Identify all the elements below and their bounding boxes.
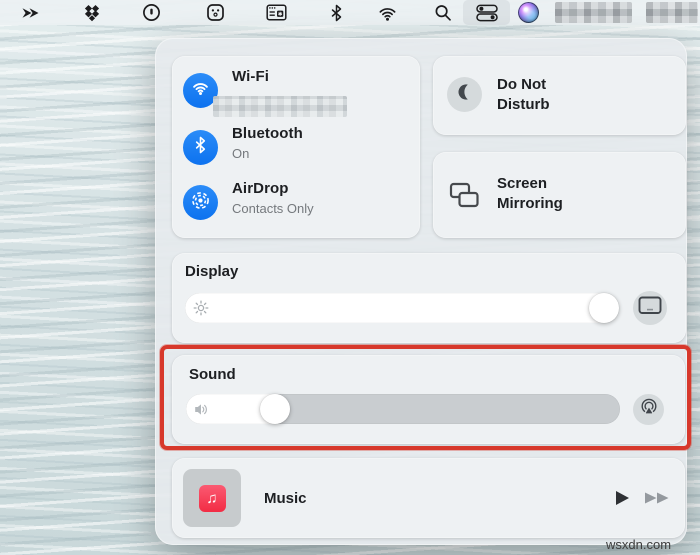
wifi-network-redacted [213, 96, 347, 117]
menu-bar-redacted-text [555, 2, 632, 23]
watermark: wsxdn.com [606, 537, 672, 552]
wifi-icon [191, 80, 210, 101]
siri-icon[interactable] [516, 0, 541, 25]
window-app-icon[interactable] [263, 0, 289, 25]
airdrop-icon [191, 191, 210, 215]
airdrop-toggle-button[interactable] [183, 185, 218, 220]
screen-mirroring-icon [449, 182, 480, 214]
bluetooth-icon [194, 136, 207, 159]
moon-icon [455, 82, 475, 107]
moon-icon-circle [447, 77, 482, 112]
arrows-app-icon[interactable] [17, 0, 45, 25]
menu-bar [0, 0, 700, 25]
onepassword-icon[interactable] [139, 0, 163, 25]
outlet-app-icon[interactable] [203, 0, 227, 25]
display-card: Display [172, 253, 686, 343]
display-label: Display [185, 263, 239, 280]
brightness-sun-icon [193, 300, 209, 321]
music-label: Music [264, 489, 307, 507]
menu-bar-redacted-clock [646, 2, 698, 23]
spotlight-search-icon[interactable] [431, 0, 455, 25]
wifi-icon[interactable] [374, 0, 400, 25]
music-card: ♫ Music [172, 458, 685, 538]
brightness-slider-knob[interactable] [589, 293, 619, 323]
brightness-slider[interactable] [185, 293, 619, 323]
bluetooth-status: On [232, 146, 250, 161]
monitor-icon [638, 296, 662, 320]
wifi-label: Wi-Fi [232, 68, 270, 85]
fast-forward-button[interactable] [644, 490, 671, 506]
bluetooth-toggle-button[interactable] [183, 130, 218, 165]
control-center-panel: Wi-Fi Bluetooth On AirDrop Contacts Only… [155, 38, 687, 545]
screen-mirroring-card[interactable]: Screen Mirroring [433, 152, 686, 238]
do-not-disturb-label: Do Not Disturb [497, 76, 550, 113]
bluetooth-icon[interactable] [327, 0, 345, 25]
sound-highlight-box [160, 345, 691, 450]
screen-mirroring-label: Screen Mirroring [497, 175, 563, 212]
connectivity-card: Wi-Fi Bluetooth On AirDrop Contacts Only [172, 56, 420, 238]
play-button[interactable] [613, 489, 631, 507]
display-settings-button[interactable] [633, 291, 667, 325]
bluetooth-label: Bluetooth [232, 125, 303, 142]
music-artwork: ♫ [183, 469, 241, 527]
control-center-icon[interactable] [463, 0, 510, 25]
airdrop-status: Contacts Only [232, 201, 314, 216]
airdrop-label: AirDrop [232, 180, 289, 197]
do-not-disturb-card[interactable]: Do Not Disturb [433, 56, 686, 135]
dropbox-icon[interactable] [80, 0, 104, 25]
music-app-icon: ♫ [198, 484, 226, 512]
